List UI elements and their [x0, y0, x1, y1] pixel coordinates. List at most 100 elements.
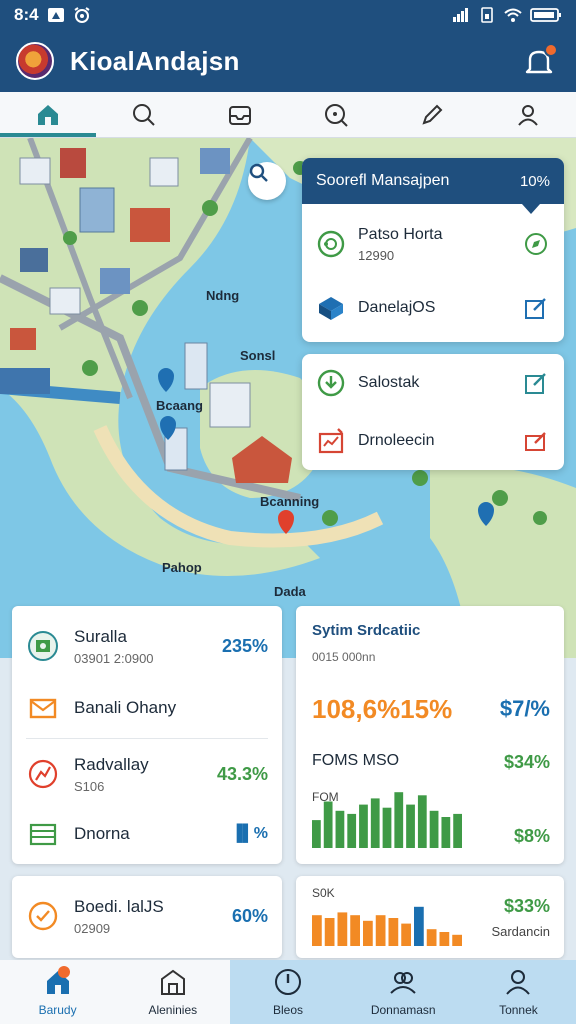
stats-bars-value: $8%	[513, 826, 550, 846]
bar-summary-label: Sardancin	[491, 924, 550, 939]
list-item-sub: 02909	[74, 920, 111, 936]
app-logo	[16, 42, 54, 80]
nav-home[interactable]: Barudy	[0, 960, 116, 1024]
bar	[382, 807, 392, 848]
list-item[interactable]: Banali Ohany	[12, 686, 282, 730]
search-icon	[133, 103, 155, 126]
panel-item-label: Salostak	[358, 374, 420, 391]
stats-fo-value: $34%	[503, 752, 550, 772]
actions-panel: Salostak Drnoleecin	[302, 354, 564, 470]
list-item[interactable]: Dnorna ▐▌%	[12, 812, 282, 856]
top-tab-bar	[0, 92, 576, 138]
export-icon[interactable]	[522, 427, 550, 455]
download-icon	[316, 368, 346, 398]
list-item-value: 60%	[231, 905, 268, 926]
list-item[interactable]: Radvallay S106 43.3%	[12, 746, 282, 802]
map-label: Dada	[274, 584, 306, 599]
map-label: Bcanning	[260, 494, 320, 509]
status-time: 8:4	[14, 5, 39, 24]
map-search-button[interactable]	[248, 162, 286, 200]
list-item[interactable]: Suralla 03901 2:0900 235%	[12, 618, 282, 674]
list-item[interactable]: Boedi. lalJS 02909 60%	[12, 886, 282, 946]
panel-item[interactable]: Patso Horta 12990	[302, 210, 564, 278]
bar	[363, 920, 373, 946]
tab-home[interactable]	[0, 92, 96, 137]
map-label: Ndng	[206, 288, 240, 303]
bar	[370, 798, 380, 848]
divider	[26, 738, 268, 739]
profile-icon	[518, 104, 538, 126]
summary-small-card[interactable]: Boedi. lalJS 02909 60%	[12, 876, 282, 958]
search-icon	[249, 163, 268, 182]
notification-badge	[544, 43, 558, 57]
tab-inbox[interactable]	[192, 92, 288, 137]
list-item-label: Boedi. lalJS	[74, 896, 164, 916]
compass-icon[interactable]	[522, 230, 550, 258]
list-item-label: Banali Ohany	[74, 698, 177, 717]
bar	[312, 915, 322, 946]
nav-explore[interactable]: Bleos	[230, 960, 345, 1024]
stats-subtitle: 0015 000nn	[312, 650, 376, 664]
tab-profile[interactable]	[480, 92, 576, 137]
app-header: KioalAndajsn	[0, 30, 576, 92]
sim-icon	[481, 7, 493, 23]
panel-title: Soorefl Mansajpen	[316, 172, 450, 189]
wifi-icon	[504, 8, 522, 22]
chart-board-icon	[316, 426, 346, 456]
check-circle-icon	[26, 899, 60, 933]
bottom-nav: Barudy Aleninies Bleos Donnamasn Tonnek	[0, 960, 576, 1024]
bar	[414, 906, 424, 946]
panel-item[interactable]: Drnoleecin	[302, 412, 564, 470]
bar	[453, 813, 462, 848]
notification-icon	[47, 8, 64, 22]
panel-item-label: Drnoleecin	[358, 432, 435, 449]
edit-icon[interactable]	[522, 294, 550, 322]
money-icon	[26, 629, 60, 663]
bar	[347, 813, 357, 848]
stats-big-value: 108,6%15%	[312, 694, 453, 724]
bar-summary-value: $33%	[503, 896, 550, 916]
bar	[394, 792, 404, 848]
panel-item[interactable]: DanelajOS	[302, 278, 564, 338]
list-item-label: Dnorna	[74, 824, 130, 843]
bar	[388, 918, 399, 946]
app-title: KioalAndajsn	[70, 45, 240, 76]
home-icon	[38, 104, 58, 125]
nav-profile[interactable]: Tonnek	[461, 960, 576, 1024]
battery-icon	[530, 8, 561, 22]
panel-item-sub: 12990	[358, 247, 395, 263]
nav-community[interactable]: Donnamasn	[346, 960, 461, 1024]
nav-activities[interactable]: Aleninies	[115, 960, 231, 1024]
bar	[312, 820, 321, 848]
nav-label: Aleninies	[148, 1003, 198, 1017]
notifications-button[interactable]	[520, 41, 560, 81]
bar	[335, 810, 345, 848]
edit-icon[interactable]	[522, 369, 550, 397]
nav-label: Donnamasn	[370, 1003, 436, 1017]
list-item-label: Suralla	[74, 626, 127, 646]
list-item-value: 235%	[221, 635, 268, 656]
map-label: Sonsl	[240, 348, 276, 363]
signal-icon	[453, 8, 468, 22]
status-bar: 8:4	[0, 0, 576, 30]
people-icon	[390, 972, 416, 994]
panel-item[interactable]: Salostak	[302, 354, 564, 412]
building-icon	[160, 969, 185, 995]
bar	[452, 934, 462, 946]
panel-percent: 10%	[519, 172, 550, 190]
list-item-value: 43.3%	[216, 763, 268, 784]
tab-explore[interactable]	[288, 92, 384, 137]
storage-icon	[26, 817, 60, 851]
tab-search[interactable]	[96, 92, 192, 137]
manager-panel: Soorefl Mansajpen 10% Patso Horta 12990 …	[302, 158, 564, 342]
bar	[417, 795, 427, 848]
growth-icon	[26, 757, 60, 791]
panel-header: Soorefl Mansajpen 10%	[302, 158, 564, 214]
bar	[426, 929, 437, 946]
tab-edit[interactable]	[384, 92, 480, 137]
bar	[439, 932, 450, 946]
mail-icon	[26, 691, 60, 725]
stats-big-right: $7/%	[499, 696, 550, 721]
edit-icon	[422, 104, 443, 125]
list-item-sub: S106	[74, 778, 105, 794]
